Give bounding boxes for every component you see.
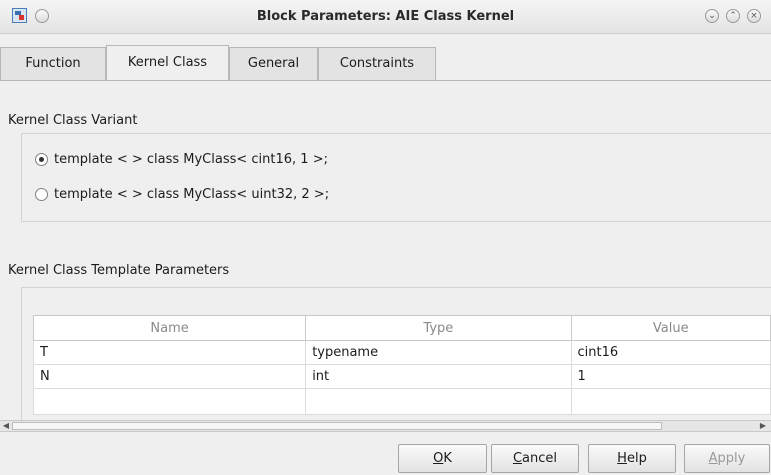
- table-row: T typename cint16: [32, 340, 771, 365]
- cancel-button[interactable]: Cancel: [491, 444, 579, 473]
- help-button[interactable]: Help: [588, 444, 676, 473]
- scroll-right-icon[interactable]: ▶: [757, 421, 769, 431]
- empty-cell: [32, 388, 307, 415]
- variant-option-label: template < > class MyClass< cint16, 1 >;: [54, 152, 328, 167]
- column-header-type[interactable]: Type: [305, 315, 572, 341]
- template-params-table: Name Type Value T typename cint16 N int …: [32, 315, 771, 415]
- cell-value[interactable]: cint16: [570, 340, 771, 365]
- cancel-mnemonic: C: [512, 451, 523, 466]
- cell-type[interactable]: typename: [305, 340, 572, 365]
- table-empty-row: [32, 388, 771, 415]
- column-header-value[interactable]: Value: [570, 315, 771, 341]
- cell-name[interactable]: T: [32, 340, 307, 365]
- cell-name[interactable]: N: [32, 364, 307, 389]
- ok-mnemonic: O: [433, 451, 444, 466]
- help-mnemonic: H: [617, 451, 627, 466]
- tab-constraints[interactable]: Constraints: [318, 47, 436, 80]
- apply-mnemonic: A: [708, 451, 718, 466]
- table-row: N int 1: [32, 364, 771, 389]
- table-header-row: Name Type Value: [32, 315, 771, 341]
- ok-label: K: [443, 451, 452, 466]
- variant-group: [21, 133, 771, 222]
- empty-cell: [570, 388, 771, 415]
- minimize-icon[interactable]: ⌄: [705, 9, 719, 23]
- maximize-icon[interactable]: ⌃: [726, 9, 740, 23]
- scroll-left-icon[interactable]: ◀: [0, 421, 12, 431]
- cell-value[interactable]: 1: [570, 364, 771, 389]
- scrollbar-thumb[interactable]: [12, 422, 662, 430]
- template-params-heading: Kernel Class Template Parameters: [8, 263, 230, 278]
- tab-function[interactable]: Function: [0, 47, 106, 80]
- help-label: elp: [626, 451, 647, 466]
- title-bar: Block Parameters: AIE Class Kernel ⌄ ⌃ ×: [0, 0, 771, 34]
- tab-strip: Function Kernel Class General Constraint…: [0, 45, 771, 81]
- apply-button[interactable]: Apply: [684, 444, 770, 473]
- apply-label: pply: [717, 451, 746, 466]
- radio-selected-icon[interactable]: [35, 153, 48, 166]
- close-icon[interactable]: ×: [747, 9, 761, 23]
- empty-cell: [305, 388, 572, 415]
- ok-button[interactable]: OK: [398, 444, 487, 473]
- window-title: Block Parameters: AIE Class Kernel: [256, 9, 515, 24]
- cancel-label: ancel: [522, 451, 558, 466]
- column-header-name[interactable]: Name: [32, 315, 307, 341]
- cell-type[interactable]: int: [305, 364, 572, 389]
- tab-kernel-class[interactable]: Kernel Class: [106, 45, 229, 80]
- variant-option-label: template < > class MyClass< uint32, 2 >;: [54, 187, 330, 202]
- tab-general[interactable]: General: [229, 47, 318, 80]
- variant-option-1[interactable]: template < > class MyClass< cint16, 1 >;: [35, 150, 328, 170]
- horizontal-scrollbar[interactable]: ◀ ▶: [0, 420, 771, 432]
- radio-unselected-icon[interactable]: [35, 188, 48, 201]
- variant-heading: Kernel Class Variant: [8, 113, 138, 128]
- variant-option-2[interactable]: template < > class MyClass< uint32, 2 >;: [35, 185, 329, 205]
